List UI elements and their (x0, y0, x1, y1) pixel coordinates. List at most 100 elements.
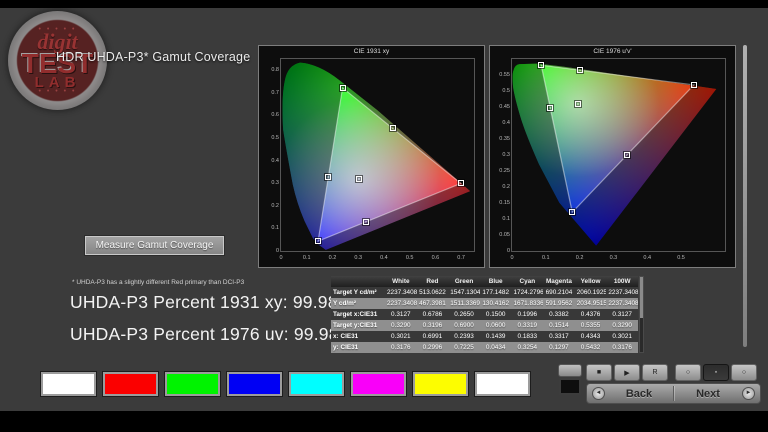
page-scrollbar[interactable] (743, 45, 747, 347)
x-tick-label: 0.5 (677, 255, 685, 261)
x-tick-label: 0 (510, 255, 513, 261)
table-cell: 0.1297 (543, 342, 575, 353)
next-arrow-icon[interactable]: ► (742, 387, 755, 400)
view-3-button[interactable]: ○ (731, 364, 757, 381)
table-cell: 0.3127 (606, 309, 638, 320)
x-tick-label: 0.6 (432, 255, 440, 261)
table-cell: 0.2650 (448, 309, 480, 320)
column-header-cyan: Cyan (512, 276, 544, 287)
next-button[interactable]: Next (674, 388, 742, 400)
table-cell: 2060.1925 (575, 287, 607, 298)
x-tick-label: 0.3 (354, 255, 362, 261)
table-cell: 1671.8336 (512, 298, 544, 309)
logo-dots-bottom: • • • • • (38, 90, 76, 94)
swatch-red[interactable] (103, 372, 158, 396)
row-label: x: CIE31 (331, 331, 385, 342)
table-cell: 0.4343 (575, 331, 607, 342)
meter-widget (556, 364, 584, 395)
y-tick-label: 0.3 (265, 180, 279, 186)
table-cell: 0.3176 (606, 342, 638, 353)
back-button[interactable]: Back (605, 388, 673, 400)
swatch-white-100[interactable] (475, 372, 530, 396)
column-header-magenta: Magenta (543, 276, 575, 287)
table-cell: 0.3176 (385, 342, 417, 353)
measurement-marker-red (458, 180, 464, 186)
cie-1931-chart: CIE 1931 xy (258, 45, 485, 268)
plot-area: 00.10.20.30.40.50.60.700.10.20.30.40.50.… (280, 58, 475, 252)
table-cell: 0.5432 (575, 342, 607, 353)
table-cell: 591.9562 (543, 298, 575, 309)
table-cell: 0.3196 (417, 320, 449, 331)
swatch-cyan[interactable] (289, 372, 344, 396)
measurement-marker-white (356, 176, 362, 182)
swatch-blue[interactable] (227, 372, 282, 396)
column-header-yellow: Yellow (575, 276, 607, 287)
table-cell: 0.0434 (480, 342, 512, 353)
swatch-magenta[interactable] (351, 372, 406, 396)
table-cell: 1724.2796 (512, 287, 544, 298)
table-cell: 0.1514 (543, 320, 575, 331)
stop-icon: ■ (597, 369, 601, 376)
play-button[interactable]: ▶ (614, 364, 640, 381)
read-button[interactable]: R (642, 364, 668, 381)
view-1-button[interactable]: ○ (675, 364, 701, 381)
meter-button[interactable] (558, 364, 582, 377)
measurement-marker-white (575, 101, 581, 107)
y-tick-label: 0.1 (496, 216, 510, 222)
result-1976-uv: UHDA-P3 Percent 1976 uv: 99.98 (70, 324, 339, 345)
measure-gamut-coverage-button[interactable]: Measure Gamut Coverage (85, 236, 224, 255)
table-cell: 0.1996 (512, 309, 544, 320)
swatch-strip (41, 372, 530, 396)
y-tick-label: 0.3 (496, 152, 510, 158)
back-arrow-icon[interactable]: ◄ (592, 387, 605, 400)
table-cell: 0.5355 (575, 320, 607, 331)
x-tick-label: 0.1 (303, 255, 311, 261)
meter-display (559, 378, 581, 395)
circle-icon: ○ (742, 369, 746, 376)
bottom-letterbox (0, 411, 768, 432)
swatch-white[interactable] (41, 372, 96, 396)
stop-button[interactable]: ■ (586, 364, 612, 381)
swatch-green[interactable] (165, 372, 220, 396)
table-cell: 0.3021 (385, 331, 417, 342)
row-label: y: CIE31 (331, 342, 385, 353)
cie-1976-chart: CIE 1976 u'v' (489, 45, 736, 268)
column-header-green: Green (448, 276, 480, 287)
table-cell: 2237.3408 (385, 298, 417, 309)
y-tick-label: 0.45 (496, 104, 510, 110)
measurement-marker-magenta (363, 219, 369, 225)
table-scrollbar-thumb[interactable] (640, 277, 643, 318)
cie-1976-chart-title: CIE 1976 u'v' (490, 47, 735, 57)
measurement-marker-red (691, 82, 697, 88)
circle-icon: ○ (686, 369, 690, 376)
row-label: Target x:CIE31 (331, 309, 385, 320)
y-tick-label: 0.15 (496, 200, 510, 206)
column-header-100w: 100W (606, 276, 638, 287)
column-header-blue: Blue (480, 276, 512, 287)
y-tick-label: 0.25 (496, 168, 510, 174)
result-1931-xy: UHDA-P3 Percent 1931 xy: 99.98 (70, 292, 338, 313)
table-cell: 0.3319 (512, 320, 544, 331)
measurement-marker-yellow (577, 67, 583, 73)
y-tick-label: 0.2 (496, 184, 510, 190)
measurement-marker-blue (569, 209, 575, 215)
table-cell: 0.7225 (448, 342, 480, 353)
plot-area: 00.10.20.30.40.500.050.10.150.20.250.30.… (511, 58, 726, 252)
swatch-yellow[interactable] (413, 372, 468, 396)
table-scrollbar[interactable] (639, 276, 644, 353)
wizard-nav-bar: ◄ Back Next ► (586, 383, 761, 404)
table-cell: 0.0600 (480, 320, 512, 331)
table-cell: 1547.1304 (448, 287, 480, 298)
play-icon: ▶ (624, 369, 629, 377)
table-cell: 0.6900 (448, 320, 480, 331)
table-cell: 2237.3408 (385, 287, 417, 298)
table-cell: 0.3254 (512, 342, 544, 353)
y-tick-label: 0.4 (496, 120, 510, 126)
x-tick-label: 0.3 (610, 255, 618, 261)
top-letterbox (0, 0, 768, 8)
view-2-button[interactable]: ▪ (703, 364, 729, 381)
results-table: WhiteRedGreenBlueCyanMagentaYellow100W T… (331, 276, 638, 353)
row-label: Y cd/m² (331, 298, 385, 309)
table-cell: 513.0622 (417, 287, 449, 298)
table-cell: 0.3021 (606, 331, 638, 342)
